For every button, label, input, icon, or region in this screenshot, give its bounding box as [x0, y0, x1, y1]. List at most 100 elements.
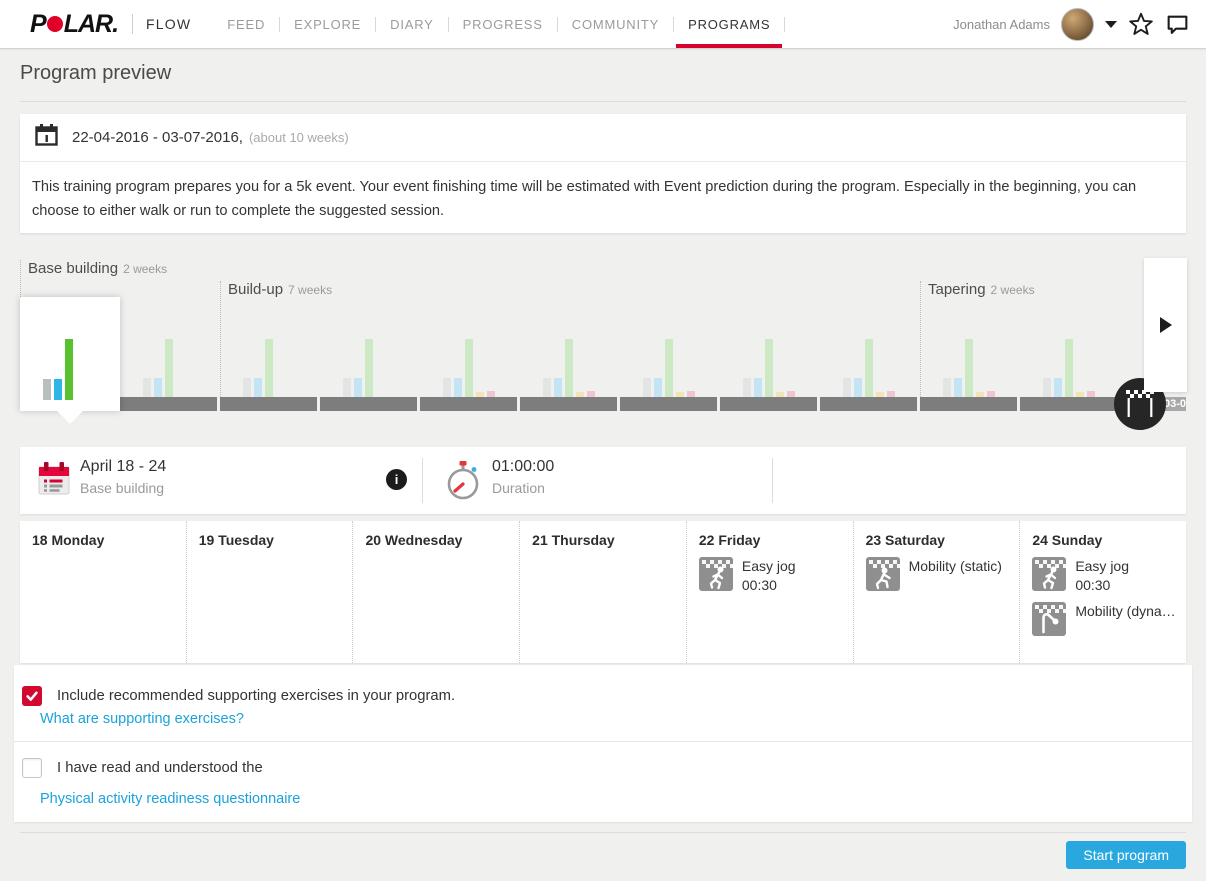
timeline-week-10[interactable]	[920, 297, 1020, 411]
workout-name: Mobility (static)	[909, 557, 1002, 574]
timeline-track-segment	[320, 397, 417, 411]
workout-text: Easy jog00:30	[742, 557, 796, 593]
start-program-button[interactable]: Start program	[1066, 841, 1186, 869]
avatar[interactable]	[1061, 8, 1094, 41]
timeline-week-5[interactable]	[420, 297, 520, 411]
phase-duration: 2 weeks	[123, 262, 167, 276]
timeline-week-4[interactable]	[320, 297, 420, 411]
phase-duration: 2 weeks	[991, 283, 1035, 297]
nav-item-community[interactable]: COMMUNITY	[558, 0, 673, 48]
workout-entry[interactable]: Mobility (dyna…	[1032, 602, 1176, 636]
activity-bar	[343, 378, 351, 397]
week-duration-label: Duration	[492, 480, 545, 496]
timeline-track-segment	[720, 397, 817, 411]
polar-logo[interactable]: PLAR.	[30, 10, 118, 39]
program-duration-note: (about 10 weeks)	[249, 130, 349, 145]
day-column: 20 Wednesday	[352, 521, 519, 663]
readiness-row: I have read and understood the	[22, 758, 263, 778]
readiness-questionnaire-link[interactable]: Physical activity readiness questionnair…	[40, 791, 300, 807]
nav-item-flow[interactable]: FLOW	[146, 0, 191, 48]
calendar-outline-icon	[33, 122, 60, 154]
activity-bar	[754, 378, 762, 397]
stopwatch-icon	[443, 460, 483, 507]
day-header: 20 Wednesday	[365, 532, 509, 548]
activity-bar	[465, 339, 473, 397]
week-bars	[1043, 339, 1120, 397]
timeline: 03-0 Base building2 weeksBuild-up7 weeks…	[0, 250, 1206, 445]
nav-item-diary[interactable]: DIARY	[376, 0, 448, 48]
supporting-exercises-link[interactable]: What are supporting exercises?	[40, 711, 244, 727]
timeline-week-1[interactable]	[20, 297, 120, 411]
phase-name: Base building	[28, 260, 118, 277]
timeline-week-3[interactable]	[220, 297, 320, 411]
workout-time: 00:30	[742, 577, 796, 593]
activity-bar	[154, 378, 162, 397]
day-column: 19 Tuesday	[186, 521, 353, 663]
day-column: 21 Thursday	[519, 521, 686, 663]
timeline-next-button[interactable]	[1144, 258, 1187, 392]
program-date-row: 22-04-2016 - 03-07-2016, (about 10 weeks…	[20, 114, 1186, 162]
timeline-week-2[interactable]	[120, 297, 220, 411]
activity-bar	[865, 339, 873, 397]
activity-bar	[943, 378, 951, 397]
workout-time: 00:30	[1075, 577, 1129, 593]
timeline-track-segment	[520, 397, 617, 411]
timeline-track-segment	[620, 397, 717, 411]
activity-bar	[143, 378, 151, 397]
workout-text: Mobility (dyna…	[1075, 602, 1175, 636]
top-nav: PLAR. FLOW FEEDEXPLOREDIARYPROGRESSCOMMU…	[0, 0, 1206, 49]
chevron-down-icon[interactable]	[1105, 21, 1117, 28]
nav-item-progress[interactable]: PROGRESS	[449, 0, 557, 48]
timeline-week-6[interactable]	[520, 297, 620, 411]
workout-entry[interactable]: Mobility (static)	[866, 557, 1010, 591]
day-header: 24 Sunday	[1032, 532, 1176, 548]
week-bars	[643, 339, 720, 397]
activity-bar	[543, 378, 551, 397]
calendar-week-icon	[35, 458, 73, 503]
favorite-star-icon[interactable]	[1128, 11, 1154, 37]
user-name[interactable]: Jonathan Adams	[953, 17, 1050, 32]
activity-bar	[965, 339, 973, 397]
selected-week-pointer	[56, 410, 84, 424]
week-bars	[543, 339, 620, 397]
nav-item-programs[interactable]: PROGRAMS	[674, 0, 784, 48]
workout-entry[interactable]: Easy jog00:30	[1032, 557, 1176, 593]
mobility-static-icon	[866, 557, 900, 591]
info-icon[interactable]: i	[386, 469, 407, 490]
day-header: 22 Friday	[699, 532, 843, 548]
supporting-exercises-label: Include recommended supporting exercises…	[57, 686, 455, 704]
timeline-week-8[interactable]	[720, 297, 820, 411]
week-bars	[743, 339, 820, 397]
activity-bar	[765, 339, 773, 397]
readiness-checkbox[interactable]	[22, 758, 42, 778]
timeline-track-segment	[1020, 397, 1117, 411]
timeline-week-7[interactable]	[620, 297, 720, 411]
page-title: Program preview	[20, 62, 171, 85]
divider	[14, 741, 1192, 742]
week-bars	[843, 339, 920, 397]
program-preview-page: PLAR. FLOW FEEDEXPLOREDIARYPROGRESSCOMMU…	[0, 0, 1206, 881]
activity-bar	[554, 378, 562, 397]
timeline-week-9[interactable]	[820, 297, 920, 411]
workout-entry[interactable]: Easy jog00:30	[699, 557, 843, 593]
workout-name: Mobility (dyna…	[1075, 602, 1175, 619]
nav-item-explore[interactable]: EXPLORE	[280, 0, 375, 48]
activity-bar	[454, 378, 462, 397]
timeline-week-11[interactable]	[1020, 297, 1120, 411]
timeline-track-segment	[120, 397, 217, 411]
activity-bar	[265, 339, 273, 397]
divider	[772, 458, 773, 503]
polar-logo-text: PLAR.	[30, 10, 118, 39]
messages-icon[interactable]	[1165, 12, 1190, 37]
nav-item-feed[interactable]: FEED	[213, 0, 279, 48]
activity-bar	[365, 339, 373, 397]
activity-bar	[743, 378, 751, 397]
week-phase: Base building	[80, 480, 164, 496]
timeline-track-segment	[820, 397, 917, 411]
activity-bar	[43, 379, 51, 400]
supporting-exercises-checkbox[interactable]	[22, 686, 42, 706]
week-summary-row: April 18 - 24 Base building i 01:00:00 D…	[20, 447, 1186, 514]
activity-bar	[643, 378, 651, 397]
activity-bar	[443, 378, 451, 397]
activity-bar	[843, 378, 851, 397]
